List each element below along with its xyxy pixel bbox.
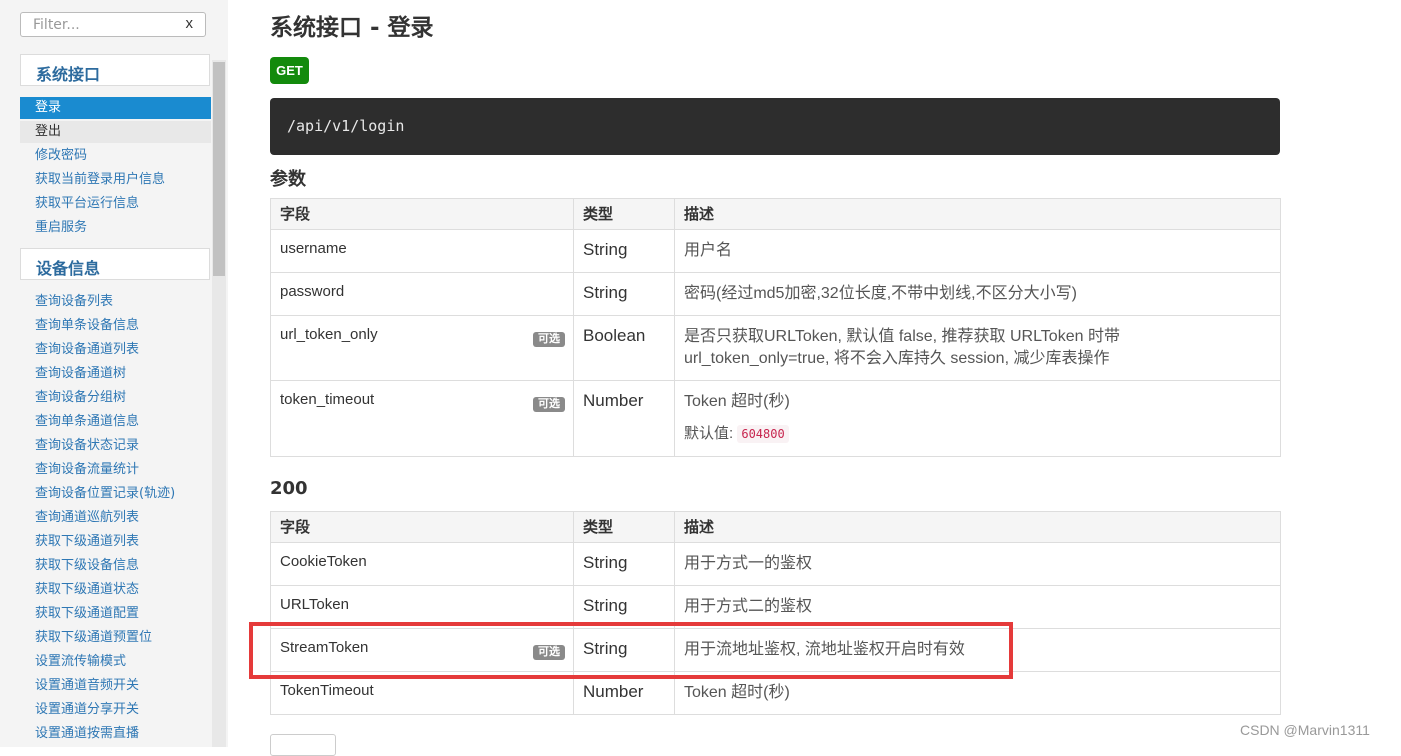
field-type: String	[573, 272, 675, 316]
field-desc: 是否只获取URLToken, 默认值 false, 推荐获取 URLToken …	[674, 315, 1281, 381]
field-name: URLToken	[270, 585, 574, 629]
sidebar-item[interactable]: 设置通道分享开关	[20, 699, 211, 721]
sidebar-item[interactable]: 查询设备通道树	[20, 363, 211, 385]
field-name: token_timeout 可选	[270, 380, 574, 457]
sidebar-item[interactable]: 获取下级通道状态	[20, 579, 211, 601]
sidebar: x 系统接口 登录 登出 修改密码 获取当前登录用户信息 获取平台运行信息 重启…	[0, 0, 228, 747]
sidebar-scrollbar-thumb[interactable]	[213, 62, 225, 276]
sidebar-item[interactable]: 查询通道巡航列表	[20, 507, 211, 529]
sidebar-item[interactable]: 获取下级通道预置位	[20, 627, 211, 649]
table-row: username String 用户名	[270, 229, 1281, 273]
field-type: String	[573, 628, 675, 672]
field-desc: 用于流地址鉴权, 流地址鉴权开启时有效	[674, 628, 1281, 672]
sidebar-item-current-user[interactable]: 获取当前登录用户信息	[20, 169, 211, 191]
sidebar-item[interactable]: 设置流传输模式	[20, 651, 211, 673]
next-section-box	[270, 734, 336, 756]
method-badge: GET	[270, 57, 309, 84]
field-desc: 密码(经过md5加密,32位长度,不带中划线,不区分大小写)	[674, 272, 1281, 316]
field-type: String	[573, 585, 675, 629]
table-row: token_timeout 可选 Number Token 超时(秒) 默认值:…	[270, 380, 1281, 457]
field-type: String	[573, 229, 675, 273]
field-name: StreamToken 可选	[270, 628, 574, 672]
header-field: 字段	[270, 198, 574, 230]
field-name: url_token_only 可选	[270, 315, 574, 381]
table-row: StreamToken 可选 String 用于流地址鉴权, 流地址鉴权开启时有…	[270, 628, 1281, 672]
field-desc: 用于方式一的鉴权	[674, 542, 1281, 586]
sidebar-item[interactable]: 查询设备流量统计	[20, 459, 211, 481]
group-system-api[interactable]: 系统接口	[20, 54, 210, 86]
sidebar-item[interactable]: 设置通道音频开关	[20, 675, 211, 697]
params-table: 字段 类型 描述 username String 用户名 password St…	[270, 198, 1281, 457]
field-text: password	[280, 283, 345, 300]
field-text: URLToken	[280, 596, 349, 613]
table-header-row: 字段 类型 描述	[270, 198, 1281, 230]
sidebar-item[interactable]: 查询设备分组树	[20, 387, 211, 409]
field-type: Number	[573, 380, 675, 457]
field-name: username	[270, 229, 574, 273]
table-header-row: 字段 类型 描述	[270, 511, 1281, 543]
header-type: 类型	[573, 198, 675, 230]
field-text: url_token_only	[280, 326, 378, 343]
sidebar-item[interactable]: 查询设备通道列表	[20, 339, 211, 361]
default-value: 604800	[737, 425, 789, 443]
sidebar-item[interactable]: 查询设备列表	[20, 291, 211, 313]
sidebar-item[interactable]: 获取下级通道配置	[20, 603, 211, 625]
field-type: Boolean	[573, 315, 675, 381]
filter-box: x	[20, 12, 206, 37]
field-name: password	[270, 272, 574, 316]
sidebar-item-logout[interactable]: 登出	[20, 121, 211, 143]
field-name: CookieToken	[270, 542, 574, 586]
filter-input[interactable]	[21, 13, 183, 36]
response-title: 200	[270, 478, 308, 499]
table-row: URLToken String 用于方式二的鉴权	[270, 585, 1281, 629]
field-desc: 用于方式二的鉴权	[674, 585, 1281, 629]
watermark: CSDN @Marvin1311	[1240, 722, 1370, 738]
header-desc: 描述	[674, 511, 1281, 543]
group-device-info[interactable]: 设备信息	[20, 248, 210, 280]
field-type: String	[573, 542, 675, 586]
desc-line: 是否只获取URLToken, 默认值 false, 推荐获取 URLToken …	[684, 328, 1120, 345]
table-row: password String 密码(经过md5加密,32位长度,不带中划线,不…	[270, 272, 1281, 316]
endpoint-code: /api/v1/login	[270, 98, 1280, 155]
header-desc: 描述	[674, 198, 1281, 230]
params-title: 参数	[270, 169, 306, 190]
default-label: 默认值:	[684, 425, 734, 442]
sidebar-item-login[interactable]: 登录	[20, 97, 211, 119]
sidebar-item-change-password[interactable]: 修改密码	[20, 145, 211, 167]
header-field: 字段	[270, 511, 574, 543]
sidebar-item[interactable]: 查询设备状态记录	[20, 435, 211, 457]
field-desc: Token 超时(秒) 默认值: 604800	[674, 380, 1281, 457]
desc-line: Token 超时(秒)	[684, 393, 790, 410]
sidebar-item[interactable]: 获取下级设备信息	[20, 555, 211, 577]
desc-line: url_token_only=true, 将不会入库持久 session, 减少…	[684, 350, 1110, 367]
sidebar-item[interactable]: 查询单条设备信息	[20, 315, 211, 337]
sidebar-item-restart[interactable]: 重启服务	[20, 217, 211, 239]
sidebar-item[interactable]: 获取下级通道列表	[20, 531, 211, 553]
sidebar-item[interactable]: 设置通道按需直播	[20, 723, 211, 745]
field-text: username	[280, 240, 347, 257]
field-text: token_timeout	[280, 391, 375, 408]
field-desc: 用户名	[674, 229, 1281, 273]
optional-badge: 可选	[533, 397, 565, 412]
sidebar-item[interactable]: 查询单条通道信息	[20, 411, 211, 433]
field-type: Number	[573, 671, 675, 715]
field-name: TokenTimeout	[270, 671, 574, 715]
table-row: CookieToken String 用于方式一的鉴权	[270, 542, 1281, 586]
sidebar-item[interactable]: 查询设备位置记录(轨迹)	[20, 483, 211, 505]
response-table: 字段 类型 描述 CookieToken String 用于方式一的鉴权 URL…	[270, 511, 1281, 715]
field-text: TokenTimeout	[280, 682, 374, 699]
table-row: url_token_only 可选 Boolean 是否只获取URLToken,…	[270, 315, 1281, 381]
clear-filter-icon[interactable]: x	[186, 15, 194, 32]
default-value-line: 默认值: 604800	[684, 423, 1271, 445]
page-title: 系统接口 - 登录	[270, 15, 434, 41]
table-row: TokenTimeout Number Token 超时(秒)	[270, 671, 1281, 715]
optional-badge: 可选	[533, 645, 565, 660]
field-text: StreamToken	[280, 639, 369, 656]
field-desc: Token 超时(秒)	[674, 671, 1281, 715]
header-type: 类型	[573, 511, 675, 543]
field-text: CookieToken	[280, 553, 367, 570]
sidebar-item-platform-info[interactable]: 获取平台运行信息	[20, 193, 211, 215]
optional-badge: 可选	[533, 332, 565, 347]
